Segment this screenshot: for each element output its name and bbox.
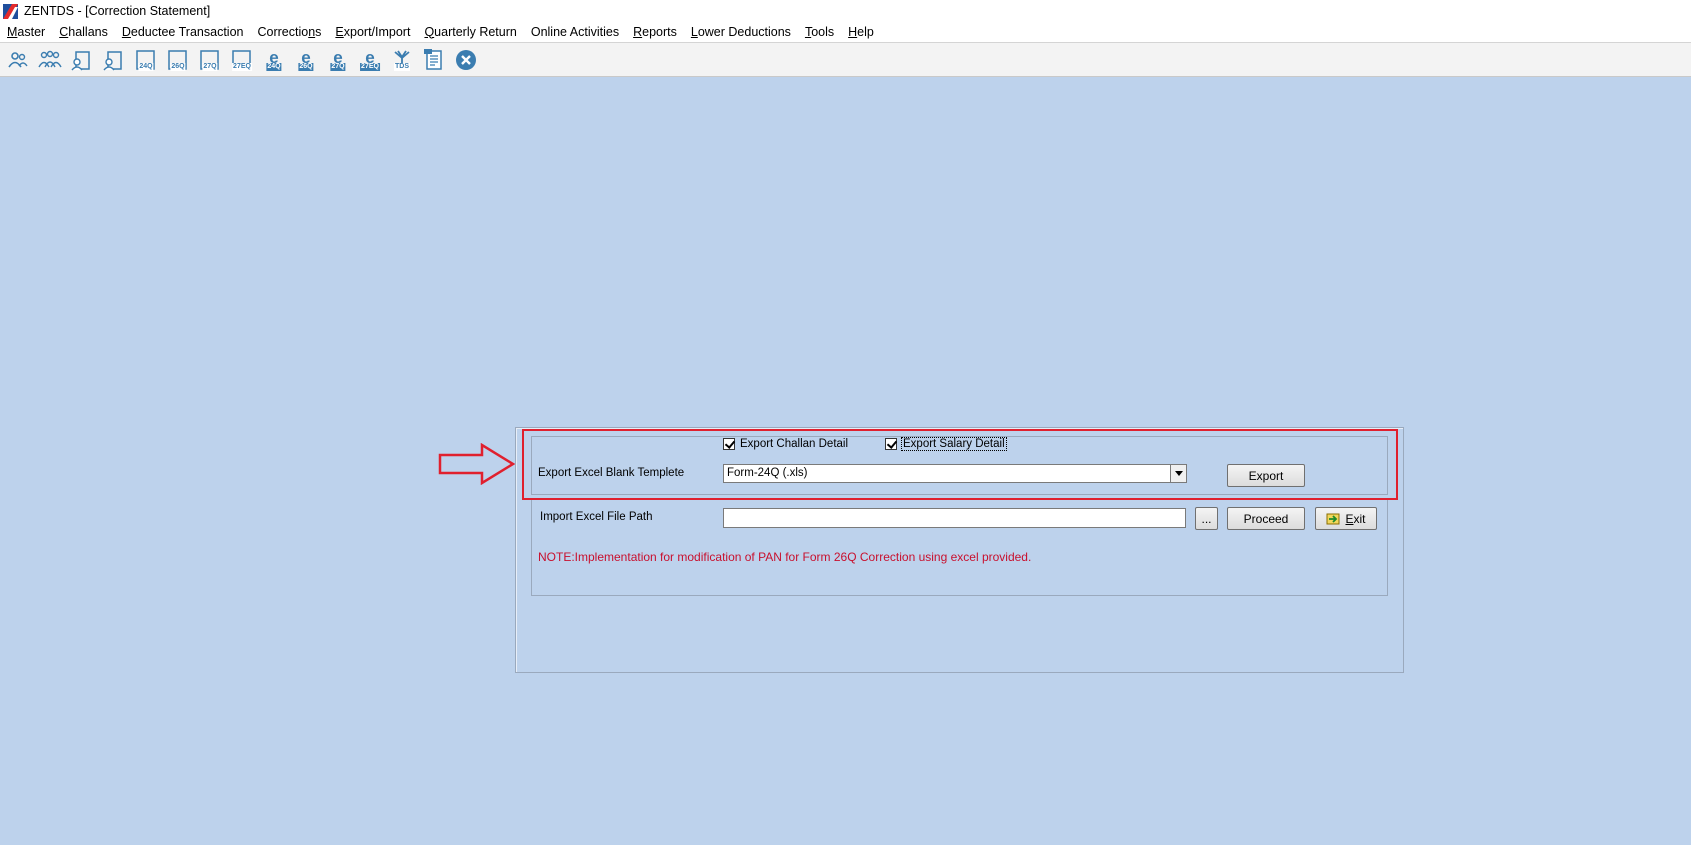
- export-challan-label: Export Challan Detail: [740, 438, 849, 450]
- menu-tools[interactable]: Tools: [798, 22, 841, 43]
- export-template-label: Export Excel Blank Templete: [538, 467, 685, 479]
- template-select-value: Form-24Q (.xls): [727, 467, 808, 479]
- import-path-label: Import Excel File Path: [540, 511, 653, 523]
- menu-deductee-transaction[interactable]: Deductee Transaction: [115, 22, 251, 43]
- checkbox-checked-icon: [723, 438, 735, 450]
- document-user-icon: [103, 50, 122, 70]
- menu-master[interactable]: Master: [0, 22, 52, 43]
- note-text: NOTE:Implementation for modification of …: [538, 550, 1032, 564]
- menu-challans[interactable]: Challans: [52, 22, 115, 43]
- toolbar-efile-24q-button[interactable]: e 24Q: [260, 46, 288, 74]
- export-button[interactable]: Export: [1227, 464, 1305, 487]
- toolbar-form-26q-button[interactable]: 26Q: [164, 46, 192, 74]
- menu-export-import[interactable]: Export/Import: [328, 22, 417, 43]
- exit-button[interactable]: Exit: [1315, 507, 1377, 530]
- toolbar-employee-detail-button[interactable]: [100, 46, 128, 74]
- menu-corrections[interactable]: Corrections: [250, 22, 328, 43]
- toolbar-deductor-button[interactable]: [4, 46, 32, 74]
- report-icon: [424, 48, 442, 70]
- group-icon: [38, 50, 62, 67]
- toolbar-form-24q-button[interactable]: 24Q: [132, 46, 160, 74]
- toolbar: 24Q 26Q 27Q 27EQ e 24Q e 26Q e 27Q e 27E…: [0, 43, 1691, 77]
- document-user-icon: [71, 50, 90, 70]
- import-path-input[interactable]: [723, 508, 1186, 528]
- checkbox-checked-icon: [885, 438, 897, 450]
- toolbar-efile-27eq-button[interactable]: e 27EQ: [356, 46, 384, 74]
- template-select[interactable]: Form-24Q (.xls): [723, 464, 1187, 483]
- export-salary-label: Export Salary Detail: [901, 437, 1007, 451]
- toolbar-form-27eq-button[interactable]: 27EQ: [228, 46, 256, 74]
- chevron-down-icon[interactable]: [1170, 465, 1186, 482]
- toolbar-deductees-button[interactable]: [36, 46, 64, 74]
- menu-lower-deductions[interactable]: Lower Deductions: [684, 22, 798, 43]
- toolbar-close-button[interactable]: [452, 46, 480, 74]
- menu-online-activities[interactable]: Online Activities: [524, 22, 626, 43]
- menu-help[interactable]: Help: [841, 22, 881, 43]
- export-challan-checkbox[interactable]: Export Challan Detail: [723, 438, 848, 450]
- proceed-button[interactable]: Proceed: [1227, 507, 1305, 530]
- toolbar-form-27q-button[interactable]: 27Q: [196, 46, 224, 74]
- toolbar-report-button[interactable]: [420, 46, 448, 74]
- app-logo-icon: [3, 3, 18, 19]
- toolbar-efile-26q-button[interactable]: e 26Q: [292, 46, 320, 74]
- exit-door-icon: [1326, 513, 1340, 524]
- export-salary-checkbox[interactable]: Export Salary Detail: [885, 437, 1007, 451]
- close-circle-icon: [456, 49, 476, 70]
- toolbar-efile-27q-button[interactable]: e 27Q: [324, 46, 352, 74]
- toolbar-employee-button[interactable]: [68, 46, 96, 74]
- user-icon: [8, 51, 28, 67]
- window-title: ZENTDS - [Correction Statement]: [24, 4, 211, 18]
- title-bar: ZENTDS - [Correction Statement]: [0, 0, 1691, 22]
- right-arrow-annotation-icon: [438, 443, 516, 485]
- browse-button[interactable]: ...: [1195, 507, 1218, 530]
- menu-reports[interactable]: Reports: [626, 22, 684, 43]
- menu-bar: Master Challans Deductee Transaction Cor…: [0, 22, 1691, 43]
- menu-quarterly-return[interactable]: Quarterly Return: [417, 22, 523, 43]
- toolbar-tds-button[interactable]: TDS: [388, 46, 416, 74]
